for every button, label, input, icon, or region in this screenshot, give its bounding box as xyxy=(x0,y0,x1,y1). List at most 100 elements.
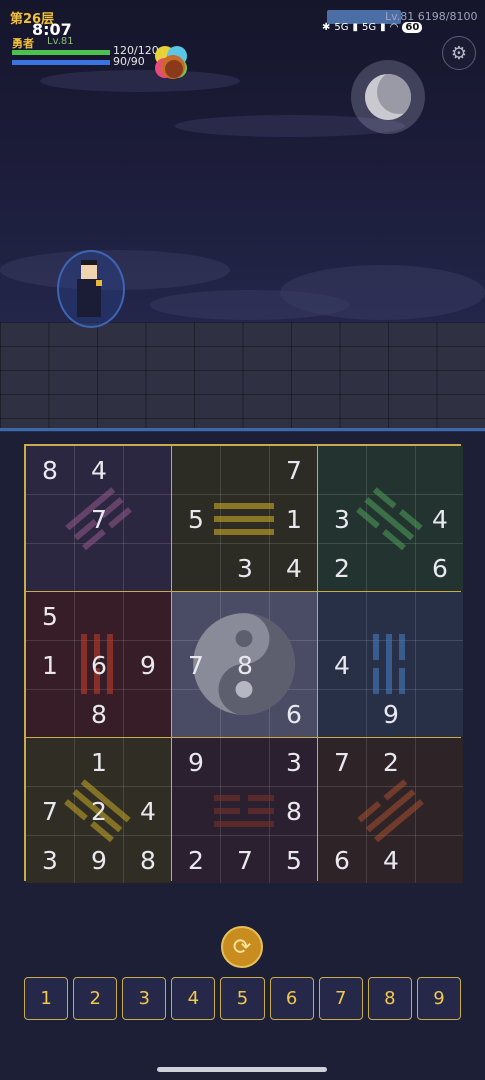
sudoku-cell[interactable] xyxy=(172,787,220,835)
sudoku-cell[interactable]: 3 xyxy=(270,738,318,786)
sudoku-cell[interactable] xyxy=(221,690,269,738)
sudoku-cell[interactable] xyxy=(318,446,366,494)
signal-icon: ▮ xyxy=(352,22,359,33)
sudoku-cell[interactable]: 6 xyxy=(318,836,366,884)
sudoku-cell[interactable] xyxy=(416,738,464,786)
sudoku-cell[interactable]: 7 xyxy=(221,836,269,884)
sudoku-cell[interactable]: 5 xyxy=(26,592,74,640)
sudoku-cell[interactable] xyxy=(221,738,269,786)
sudoku-cell[interactable]: 7 xyxy=(172,641,220,689)
sudoku-cell[interactable] xyxy=(367,592,415,640)
sudoku-cell[interactable]: 3 xyxy=(26,836,74,884)
sudoku-cell[interactable] xyxy=(75,544,123,592)
sudoku-cell[interactable] xyxy=(318,690,366,738)
sudoku-cell[interactable] xyxy=(367,495,415,543)
sudoku-cell[interactable] xyxy=(416,787,464,835)
sudoku-cell[interactable]: 4 xyxy=(124,787,172,835)
sudoku-cell[interactable]: 6 xyxy=(270,690,318,738)
sudoku-cell[interactable] xyxy=(172,446,220,494)
sudoku-cell[interactable]: 8 xyxy=(270,787,318,835)
sudoku-cell[interactable]: 2 xyxy=(318,544,366,592)
sudoku-cell[interactable]: 5 xyxy=(172,495,220,543)
sudoku-cell[interactable] xyxy=(124,690,172,738)
number-key-9[interactable]: 9 xyxy=(416,977,461,1020)
sudoku-cell[interactable] xyxy=(416,836,464,884)
sudoku-cell[interactable] xyxy=(26,495,74,543)
sudoku-cell[interactable] xyxy=(172,544,220,592)
sudoku-cell[interactable] xyxy=(416,446,464,494)
cloud xyxy=(150,290,350,320)
hero-badge xyxy=(96,280,102,286)
sudoku-cell[interactable]: 6 xyxy=(416,544,464,592)
sudoku-cell[interactable]: 1 xyxy=(270,495,318,543)
sudoku-cell[interactable] xyxy=(124,446,172,494)
sudoku-cell[interactable] xyxy=(367,787,415,835)
sudoku-cell[interactable] xyxy=(26,544,74,592)
number-key-2[interactable]: 2 xyxy=(73,977,118,1020)
sudoku-cell[interactable] xyxy=(318,787,366,835)
sudoku-cell[interactable]: 2 xyxy=(367,738,415,786)
sudoku-cell[interactable] xyxy=(367,446,415,494)
sudoku-cell[interactable]: 9 xyxy=(75,836,123,884)
sudoku-cell[interactable]: 7 xyxy=(75,495,123,543)
sudoku-cell[interactable]: 4 xyxy=(367,836,415,884)
sudoku-cell[interactable] xyxy=(416,592,464,640)
sudoku-cell[interactable]: 9 xyxy=(172,738,220,786)
sudoku-cell[interactable]: 5 xyxy=(270,836,318,884)
sudoku-cell[interactable]: 9 xyxy=(124,641,172,689)
number-key-3[interactable]: 3 xyxy=(122,977,167,1020)
number-key-6[interactable]: 6 xyxy=(269,977,314,1020)
sudoku-cell[interactable]: 7 xyxy=(270,446,318,494)
hp-bar xyxy=(12,50,110,55)
number-key-5[interactable]: 5 xyxy=(220,977,265,1020)
sudoku-cell[interactable] xyxy=(221,446,269,494)
sudoku-cell[interactable] xyxy=(172,592,220,640)
sudoku-cell[interactable]: 3 xyxy=(318,495,366,543)
sudoku-cell[interactable]: 7 xyxy=(318,738,366,786)
sudoku-cell[interactable]: 1 xyxy=(26,641,74,689)
sudoku-cell[interactable] xyxy=(124,592,172,640)
sudoku-cell[interactable]: 4 xyxy=(318,641,366,689)
sudoku-cell[interactable] xyxy=(221,495,269,543)
sudoku-cell[interactable] xyxy=(75,592,123,640)
sudoku-cell[interactable]: 7 xyxy=(26,787,74,835)
sudoku-cell[interactable]: 2 xyxy=(172,836,220,884)
hero-head xyxy=(81,260,97,279)
number-key-8[interactable]: 8 xyxy=(367,977,412,1020)
sudoku-cell[interactable] xyxy=(26,738,74,786)
settings-button[interactable]: ⚙ xyxy=(442,36,476,70)
sudoku-cell[interactable]: 8 xyxy=(75,690,123,738)
sudoku-cell[interactable] xyxy=(221,592,269,640)
sudoku-cell[interactable] xyxy=(270,592,318,640)
sudoku-cell[interactable]: 8 xyxy=(124,836,172,884)
sudoku-cell[interactable]: 4 xyxy=(75,446,123,494)
sudoku-cell[interactable]: 2 xyxy=(75,787,123,835)
sudoku-cell[interactable] xyxy=(124,738,172,786)
sudoku-cell[interactable]: 8 xyxy=(26,446,74,494)
sudoku-cell[interactable]: 9 xyxy=(367,690,415,738)
sudoku-cell[interactable]: 1 xyxy=(75,738,123,786)
number-key-1[interactable]: 1 xyxy=(24,977,69,1020)
sudoku-cell[interactable] xyxy=(416,690,464,738)
sudoku-cell[interactable] xyxy=(367,544,415,592)
sudoku-cell[interactable]: 3 xyxy=(221,544,269,592)
sudoku-cell[interactable] xyxy=(367,641,415,689)
sudoku-cell[interactable] xyxy=(26,690,74,738)
sudoku-cell[interactable] xyxy=(270,641,318,689)
number-key-4[interactable]: 4 xyxy=(171,977,216,1020)
refresh-button[interactable]: ⟳ xyxy=(221,926,263,968)
sudoku-cell[interactable] xyxy=(124,544,172,592)
sudoku-cell[interactable] xyxy=(318,592,366,640)
sudoku-cell[interactable] xyxy=(124,495,172,543)
sudoku-cell[interactable]: 4 xyxy=(416,495,464,543)
sudoku-cell[interactable]: 6 xyxy=(75,641,123,689)
sudoku-cell[interactable] xyxy=(221,787,269,835)
stone-ground xyxy=(0,322,485,430)
sudoku-cell[interactable] xyxy=(416,641,464,689)
sudoku-cell[interactable]: 4 xyxy=(270,544,318,592)
hero-name: 勇者 xyxy=(12,37,34,50)
number-key-7[interactable]: 7 xyxy=(318,977,363,1020)
sudoku-cell[interactable]: 8 xyxy=(221,641,269,689)
sudoku-cell[interactable] xyxy=(172,690,220,738)
hp-bar-fill xyxy=(12,50,110,55)
